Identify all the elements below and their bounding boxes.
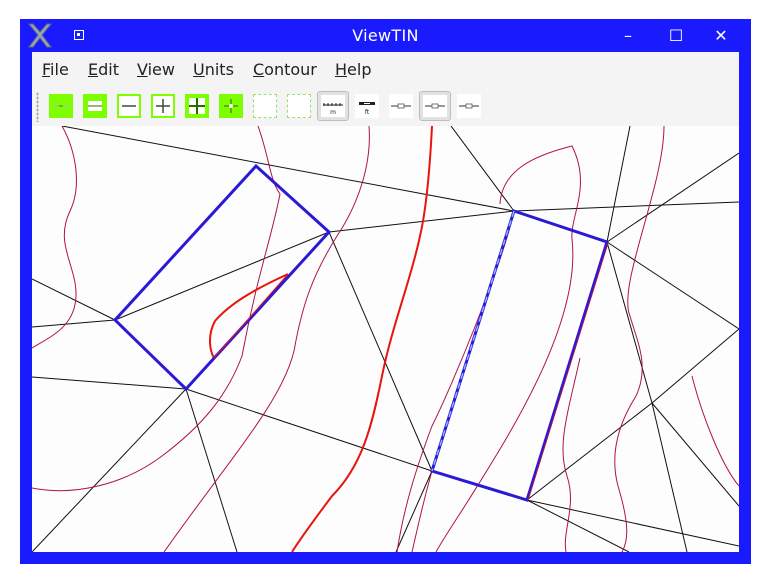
scale-line-1-button[interactable] bbox=[389, 94, 413, 118]
app-window: ViewTIN – ☐ ✕ File Edit View Units Conto… bbox=[20, 19, 751, 564]
title-bar[interactable]: ViewTIN – ☐ ✕ bbox=[20, 19, 751, 52]
scale-line-1-icon bbox=[391, 103, 411, 109]
close-button[interactable]: ✕ bbox=[710, 25, 732, 47]
zoom-plus-button[interactable] bbox=[151, 94, 175, 118]
zoom-fit-button[interactable] bbox=[49, 94, 73, 118]
tin-drawing bbox=[32, 126, 739, 552]
breakline-contour-overlay bbox=[527, 242, 609, 501]
zoom-in-button[interactable] bbox=[83, 94, 107, 118]
menu-contour[interactable]: Contour bbox=[253, 60, 317, 79]
contour-lines bbox=[32, 126, 739, 552]
menu-bar: File Edit View Units Contour Help bbox=[32, 52, 739, 88]
zoom-out-button[interactable] bbox=[117, 94, 141, 118]
zoom-plus-icon bbox=[156, 99, 170, 113]
scale-line-2-button[interactable] bbox=[419, 91, 451, 121]
client-area: File Edit View Units Contour Help m ft bbox=[32, 52, 739, 552]
scale-feet-button[interactable]: ft bbox=[355, 94, 379, 118]
minimize-button[interactable]: – bbox=[617, 25, 639, 47]
zoom-in-icon bbox=[88, 101, 102, 111]
maximize-button[interactable]: ☐ bbox=[665, 25, 687, 47]
scale-line-3-icon bbox=[459, 103, 479, 109]
blank-2-button[interactable] bbox=[287, 94, 311, 118]
scale-meters-button[interactable]: m bbox=[317, 91, 349, 121]
scale-line-3-button[interactable] bbox=[457, 94, 481, 118]
scale-meters-icon: m bbox=[323, 103, 343, 116]
scale-meters-unit-label: m bbox=[330, 109, 336, 116]
blank-1-button[interactable] bbox=[253, 94, 277, 118]
toolbar-grip-icon[interactable] bbox=[36, 92, 39, 122]
menu-edit[interactable]: Edit bbox=[88, 60, 119, 79]
zoom-fit-icon bbox=[54, 105, 68, 107]
scale-line-2-icon bbox=[425, 103, 445, 109]
pan-button[interactable] bbox=[219, 94, 243, 118]
menu-file[interactable]: File bbox=[42, 60, 69, 79]
zoom-plus-bold-icon bbox=[189, 98, 205, 114]
menu-view[interactable]: View bbox=[137, 60, 175, 79]
contour-major bbox=[209, 126, 433, 552]
scale-feet-unit-label: ft bbox=[365, 109, 370, 116]
menu-units[interactable]: Units bbox=[193, 60, 234, 79]
pan-icon bbox=[224, 99, 238, 113]
toolbar: m ft bbox=[32, 88, 739, 126]
window-title: ViewTIN bbox=[352, 26, 419, 45]
breakline-red-overlay bbox=[213, 273, 289, 359]
zoom-out-icon bbox=[122, 105, 136, 107]
menu-help[interactable]: Help bbox=[335, 60, 371, 79]
tin-canvas[interactable] bbox=[32, 126, 739, 552]
scale-feet-icon: ft bbox=[359, 102, 375, 116]
tin-edges bbox=[32, 126, 739, 552]
zoom-plus-bold-button[interactable] bbox=[185, 94, 209, 118]
